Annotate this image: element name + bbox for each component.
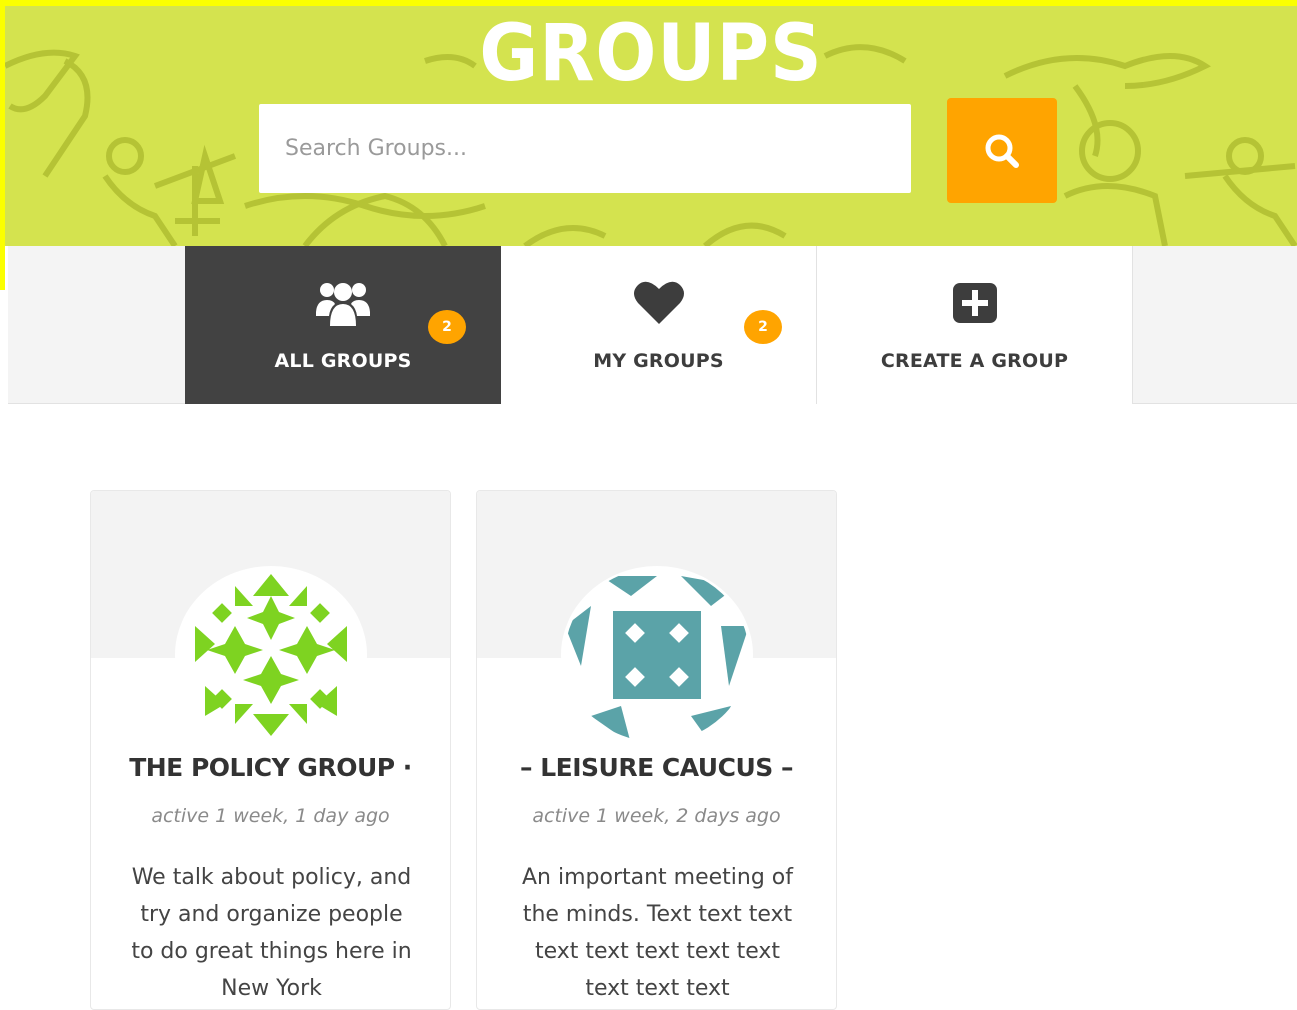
search-icon [985, 134, 1019, 168]
group-avatar[interactable] [174, 566, 367, 744]
group-description: An important meeting of the minds. Text … [521, 865, 793, 1001]
search-button[interactable] [947, 98, 1057, 203]
tab-all-groups-label: ALL GROUPS [274, 350, 412, 372]
tab-my-groups[interactable]: 2 MY GROUPS [501, 246, 817, 404]
group-description: We talk about policy, and try and organi… [131, 865, 412, 1001]
group-activity: active 1 week, 1 day ago [151, 805, 390, 827]
heart-icon [633, 281, 684, 324]
tab-create-group[interactable]: CREATE A GROUP [817, 246, 1133, 404]
my-groups-count-badge: 2 [744, 310, 782, 344]
page-title: GROUPS [479, 9, 823, 99]
tab-create-group-label: CREATE A GROUP [880, 350, 1069, 372]
users-icon [316, 283, 370, 326]
group-card[interactable]: THE POLICY GROUP · active 1 week, 1 day … [90, 490, 451, 1010]
tab-all-groups[interactable]: 2 ALL GROUPS [185, 246, 501, 404]
group-card[interactable]: – LEISURE CAUCUS – active 1 week, 2 days… [476, 490, 837, 1010]
groups-hero-banner: GROUPS [5, 6, 1297, 246]
group-title[interactable]: THE POLICY GROUP · [91, 753, 450, 782]
groups-tab-bar: 2 ALL GROUPS 2 MY GROUPS CREATE A GROUP [8, 246, 1297, 404]
plus-square-icon [952, 283, 997, 323]
search-groups-input[interactable] [259, 104, 911, 193]
group-activity: active 1 week, 2 days ago [532, 805, 781, 827]
tab-my-groups-label: MY GROUPS [593, 350, 724, 372]
all-groups-count-badge: 2 [428, 310, 466, 344]
group-avatar[interactable] [560, 566, 753, 744]
group-title[interactable]: – LEISURE CAUCUS – [477, 753, 836, 782]
